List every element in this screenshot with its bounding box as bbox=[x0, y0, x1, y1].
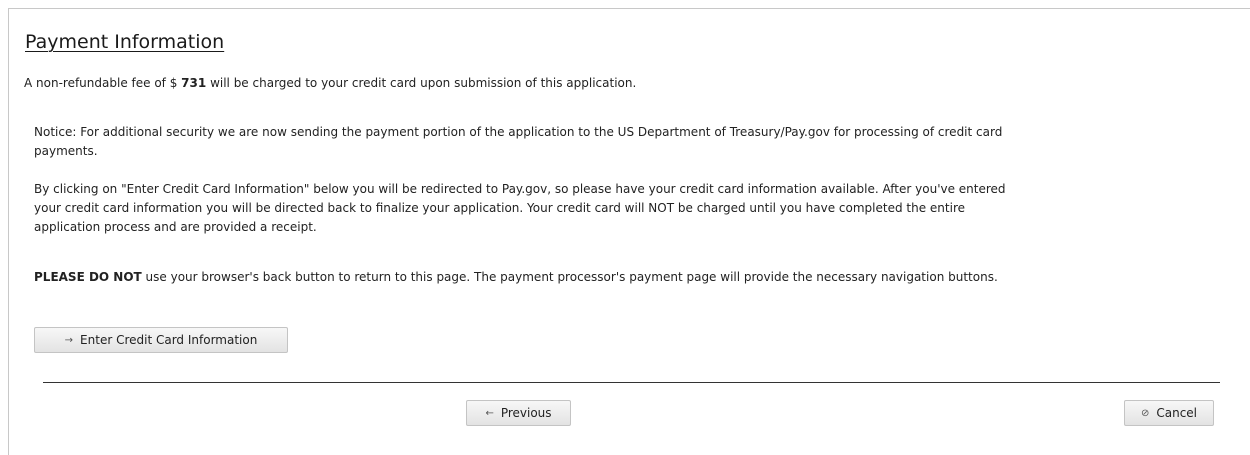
redirect-notice: By clicking on "Enter Credit Card Inform… bbox=[34, 182, 1006, 234]
security-notice: Notice: For additional security we are n… bbox=[34, 125, 1003, 158]
cancel-circle-icon: ⊘ bbox=[1140, 407, 1150, 419]
cancel-label: Cancel bbox=[1156, 406, 1198, 420]
page-title: Payment Information bbox=[25, 31, 225, 53]
previous-label: Previous bbox=[500, 406, 552, 420]
cancel-button[interactable]: ⊘ Cancel bbox=[1124, 400, 1214, 426]
fee-amount: 731 bbox=[181, 76, 207, 90]
fee-statement: A non-refundable fee of $ 731 will be ch… bbox=[24, 74, 636, 92]
previous-button[interactable]: ← Previous bbox=[466, 400, 571, 426]
warning-bold-text: PLEASE DO NOT bbox=[34, 270, 142, 284]
fee-prefix: A non-refundable fee of $ bbox=[24, 76, 178, 90]
enter-credit-card-button[interactable]: → Enter Credit Card Information bbox=[34, 327, 288, 353]
arrow-left-icon: ← bbox=[485, 407, 494, 419]
fee-suffix: will be charged to your credit card upon… bbox=[210, 76, 637, 90]
back-button-warning: PLEASE DO NOT use your browser's back bu… bbox=[34, 268, 1034, 287]
enter-credit-card-label: Enter Credit Card Information bbox=[80, 333, 258, 347]
divider bbox=[43, 382, 1220, 383]
warning-text: use your browser's back button to return… bbox=[145, 270, 998, 284]
arrow-right-icon: → bbox=[64, 334, 74, 346]
